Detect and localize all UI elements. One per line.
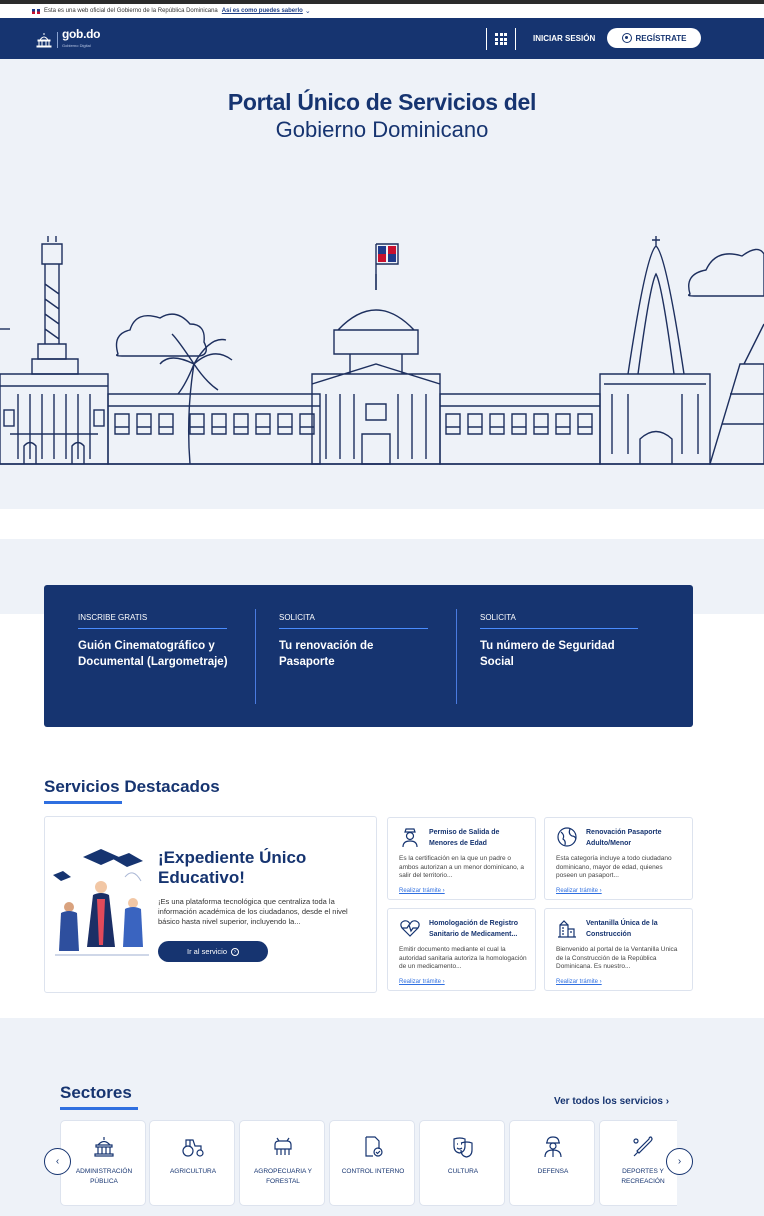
service-card[interactable]: Homologación de Registro Sanitario de Me… bbox=[387, 908, 536, 991]
card-title: Renovación Pasaporte Adulto/Menor bbox=[586, 829, 662, 847]
official-site-bar: Esta es una web oficial del Gobierno de … bbox=[0, 4, 764, 18]
hero-subtitle: Gobierno Dominicano bbox=[275, 117, 489, 142]
hero-title: Portal Único de Servicios del bbox=[227, 89, 537, 115]
how-to-know-link[interactable]: Así es como puedes saberlo bbox=[222, 8, 303, 14]
sector-label: DEPORTES Y RECREACIÓN bbox=[621, 1168, 665, 1185]
heartbeat-icon bbox=[400, 920, 420, 937]
featured-services-title: Servicios Destacados bbox=[44, 777, 220, 796]
card-link[interactable]: Realizar trámite bbox=[399, 979, 445, 985]
arrow-right-circle-icon: › bbox=[231, 947, 239, 956]
promo-item[interactable]: INSCRIBE GRATIS Guión Cinematográfico y … bbox=[78, 585, 228, 727]
card-title: Homologación de Registro Sanitario de Me… bbox=[429, 920, 519, 938]
chevron-right-icon: › bbox=[677, 1156, 682, 1167]
card-description: Esta categoría incluye a todo ciudadano … bbox=[556, 855, 672, 879]
chevron-down-icon[interactable]: ⌄ bbox=[305, 7, 311, 15]
sector-item[interactable]: CULTURA bbox=[419, 1120, 505, 1206]
sector-label: ADMINISTRACIÓN PÚBLICA bbox=[75, 1168, 133, 1185]
promo-banner: INSCRIBE GRATIS Guión Cinematográfico y … bbox=[44, 585, 693, 727]
promo-item[interactable]: SOLICITA Tu renovación de Pasaporte bbox=[279, 585, 429, 727]
promo-tag-underline bbox=[480, 628, 638, 629]
button-label: Ir al servicio bbox=[186, 947, 227, 956]
document-check-icon bbox=[365, 1136, 383, 1157]
register-label: REGÍSTRATE bbox=[635, 33, 687, 43]
card-title: Ventanilla Única de la Construcción bbox=[586, 920, 658, 938]
logo-divider bbox=[57, 32, 58, 48]
user-icon bbox=[621, 33, 632, 43]
register-button[interactable]: REGÍSTRATE bbox=[607, 28, 701, 48]
main-navbar: gob.do Gobierno Digital INICIAR SESIÓN RE… bbox=[0, 18, 764, 59]
promo-tag-underline bbox=[279, 628, 428, 629]
tractor-icon bbox=[182, 1139, 204, 1157]
apps-menu-button[interactable] bbox=[486, 28, 516, 50]
theater-masks-icon bbox=[453, 1137, 473, 1158]
building-icon bbox=[558, 920, 576, 938]
chevron-right-icon: › bbox=[665, 1096, 670, 1107]
promo-tag: SOLICITA bbox=[279, 613, 315, 622]
see-all-services-link[interactable]: Ver todos los servicios › bbox=[554, 1096, 669, 1107]
promo-tag: SOLICITA bbox=[480, 613, 516, 622]
spacer-band bbox=[0, 509, 764, 539]
featured-title: ¡Expediente Único Educativo! bbox=[158, 848, 307, 887]
card-description: Es la certificación en la que un padre o… bbox=[399, 855, 525, 879]
capitol-icon bbox=[94, 1137, 114, 1157]
santo-domingo-skyline-illustration bbox=[0, 236, 764, 465]
logo-text: gob.do Gobierno Digital bbox=[62, 27, 101, 48]
promo-tag: INSCRIBE GRATIS bbox=[78, 613, 148, 622]
sector-item[interactable]: AGROPECUARIA Y FORESTAL bbox=[239, 1120, 325, 1206]
baseball-bat-icon bbox=[633, 1136, 653, 1157]
card-description: Bienvenido al portal de la Ventanilla Ún… bbox=[556, 946, 678, 970]
graduates-illustration bbox=[53, 849, 149, 956]
featured-description: ¡Es una plataforma tecnológica que centr… bbox=[158, 897, 348, 926]
livestock-icon bbox=[274, 1137, 292, 1155]
grid-icon bbox=[495, 33, 507, 45]
chevron-left-icon: ‹ bbox=[55, 1156, 60, 1167]
soldier-icon bbox=[544, 1136, 562, 1158]
login-link[interactable]: INICIAR SESIÓN bbox=[533, 34, 595, 43]
card-description: Emitir documento mediante el cual la aut… bbox=[399, 946, 527, 970]
service-card[interactable]: Ventanilla Única de la Construcción Bien… bbox=[544, 908, 693, 991]
featured-main-card[interactable]: ¡Expediente Único Educativo! ¡Es una pla… bbox=[44, 816, 377, 993]
sector-item[interactable]: ADMINISTRACIÓN PÚBLICA bbox=[60, 1120, 146, 1206]
gobdo-logo[interactable]: gob.do Gobierno Digital bbox=[35, 27, 101, 51]
sector-label: CULTURA bbox=[447, 1168, 479, 1175]
official-notice: Esta es una web oficial del Gobierno de … bbox=[44, 8, 218, 14]
card-link[interactable]: Realizar trámite bbox=[556, 888, 602, 894]
sectors-carousel: ADMINISTRACIÓN PÚBLICA AGRICULTURA AGROP… bbox=[60, 1120, 677, 1206]
officer-icon bbox=[402, 828, 418, 848]
promo-title: Tu renovación de Pasaporte bbox=[279, 640, 374, 668]
promo-divider bbox=[456, 609, 457, 704]
capitol-dome-icon bbox=[35, 32, 53, 48]
promo-item[interactable]: SOLICITA Tu número de Seguridad Social bbox=[480, 585, 640, 727]
card-title: Permiso de Salida de Menores de Edad bbox=[429, 829, 500, 847]
title-underline bbox=[60, 1107, 138, 1110]
carousel-prev-button[interactable]: ‹ bbox=[44, 1148, 71, 1175]
sector-label: AGROPECUARIA Y FORESTAL bbox=[253, 1168, 313, 1185]
carousel-next-button[interactable]: › bbox=[666, 1148, 693, 1175]
sector-label: AGRICULTURA bbox=[169, 1168, 217, 1175]
service-card[interactable]: Permiso de Salida de Menores de Edad Es … bbox=[387, 817, 536, 900]
sector-item[interactable]: CONTROL INTERNO bbox=[329, 1120, 415, 1206]
sectors-title: Sectores bbox=[60, 1083, 132, 1102]
hero-section: Portal Único de Servicios del Gobierno D… bbox=[0, 59, 764, 509]
card-link[interactable]: Realizar trámite bbox=[556, 979, 602, 985]
card-link[interactable]: Realizar trámite bbox=[399, 888, 445, 894]
promo-title: Tu número de Seguridad Social bbox=[480, 640, 615, 668]
promo-title: Guión Cinematográfico y Documental (Larg… bbox=[78, 640, 228, 668]
go-to-service-button[interactable]: Ir al servicio › bbox=[158, 941, 268, 962]
sector-item[interactable]: DEFENSA bbox=[509, 1120, 595, 1206]
service-card[interactable]: Renovación Pasaporte Adulto/Menor Esta c… bbox=[544, 817, 693, 900]
promo-divider bbox=[255, 609, 256, 704]
sector-item[interactable]: AGRICULTURA bbox=[149, 1120, 235, 1206]
sector-label: CONTROL INTERNO bbox=[341, 1168, 405, 1175]
promo-tag-underline bbox=[78, 628, 227, 629]
globe-icon bbox=[557, 827, 577, 847]
title-underline bbox=[44, 801, 122, 804]
dominican-flag-icon bbox=[32, 8, 40, 14]
sector-label: DEFENSA bbox=[537, 1168, 569, 1175]
